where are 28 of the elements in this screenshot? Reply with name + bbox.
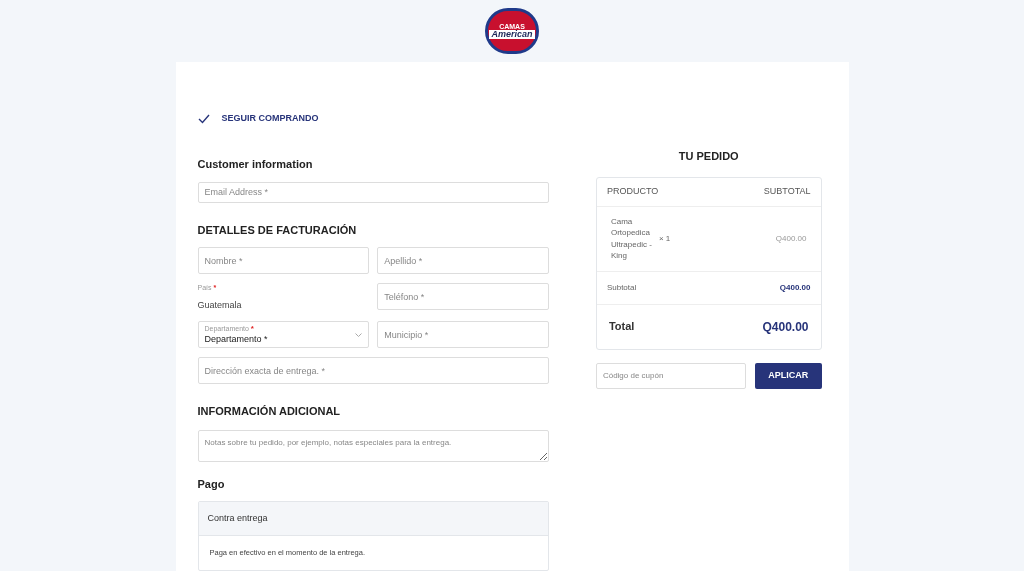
section-heading: Pago xyxy=(197,476,226,492)
coupon-field[interactable]: Código de cupón xyxy=(595,362,746,389)
phone-field[interactable]: Teléfono * xyxy=(377,283,549,311)
product-subtotal: Q400.00 xyxy=(775,232,807,245)
order-notes-field[interactable]: Notas sobre tu pedido, por ejemplo, notas especiales para la entrega. xyxy=(197,429,549,462)
total-value: Q400.00 xyxy=(762,318,809,336)
municipality-field[interactable]: Municipio * xyxy=(377,321,549,349)
checkmark-icon xyxy=(197,113,210,124)
column-header: SUBTOTAL xyxy=(763,184,811,198)
order-heading: TU PEDIDO xyxy=(677,149,740,164)
product-name: Cama Ortopedica Ultrapedic - King xyxy=(610,216,653,261)
column-header: PRODUCTO xyxy=(606,184,659,198)
section-heading: DETALLES DE FACTURACIÓN xyxy=(197,222,358,238)
address-field[interactable]: Dirección exacta de entrega. * xyxy=(197,357,549,385)
country-value: Guatemala xyxy=(197,298,243,312)
payment-method-title[interactable]: Contra entrega xyxy=(198,502,548,536)
last-name-field[interactable]: Apellido * xyxy=(377,247,549,275)
first-name-field[interactable]: Nombre * xyxy=(197,247,370,275)
apply-button[interactable]: APLICAR xyxy=(754,362,822,389)
chevron-down-icon xyxy=(355,332,363,337)
continue-shopping-link[interactable]: SEGUIR COMPRANDO xyxy=(197,112,549,126)
subtotal-label: Subtotal xyxy=(606,281,637,294)
section-heading: Customer information xyxy=(197,156,314,172)
product-quantity: × 1 xyxy=(658,232,671,245)
section-heading: INFORMACIÓN ADICIONAL xyxy=(197,404,342,420)
total-label: Total xyxy=(608,319,635,335)
subtotal-value: Q400.00 xyxy=(779,281,811,294)
email-field[interactable]: Email Address * xyxy=(197,182,549,203)
